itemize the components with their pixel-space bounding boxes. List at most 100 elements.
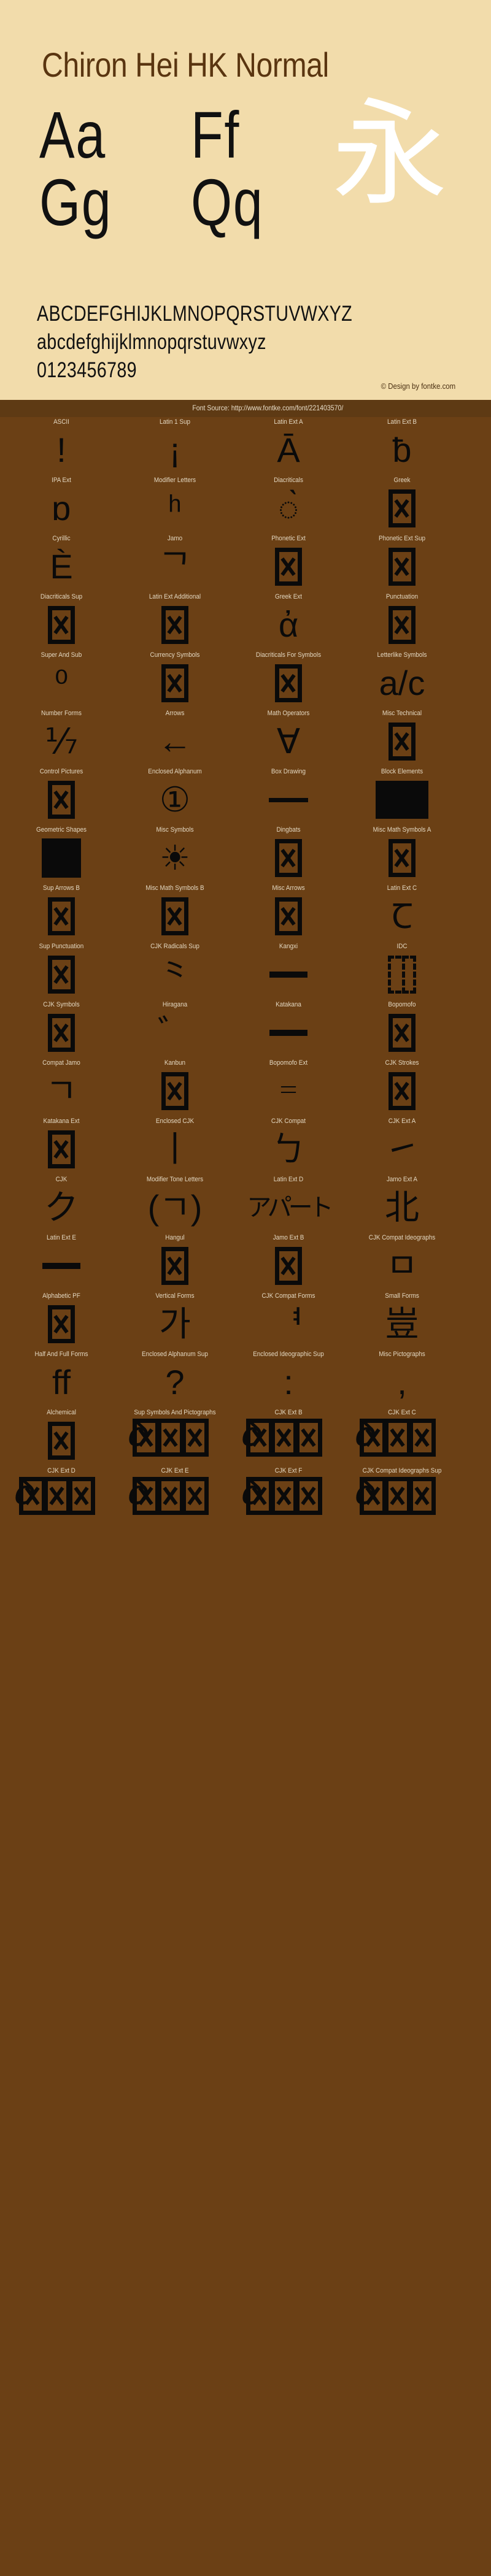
missing-glyph-icon <box>48 1014 75 1052</box>
unicode-block-cell[interactable]: CJK Ext E𝛿 <box>114 1466 236 1524</box>
block-row: IPA Ext ɒ Modifier Letters ʰ Diacriticals ◌̀ G… <box>0 475 491 534</box>
unicode-block-sample-glyph <box>114 659 236 708</box>
unicode-block-cell[interactable]: Latin Ext D アパート <box>227 1175 350 1233</box>
unicode-block-cell[interactable]: Katakana <box>227 1000 350 1058</box>
unicode-block-cell[interactable]: Misc Arrows <box>227 883 350 941</box>
unicode-block-cell[interactable]: Hiragana ゛ <box>114 1000 236 1058</box>
unicode-block-cell[interactable]: Arrows ← <box>114 708 236 767</box>
unicode-block-cell[interactable]: CJK Radicals Sup ⺀ <box>114 941 236 1000</box>
unicode-block-cell[interactable]: Sup Punctuation <box>0 941 123 1000</box>
missing-glyph-icon <box>271 1477 298 1515</box>
unicode-block-cell[interactable]: Jamo Ext B <box>227 1233 350 1291</box>
unicode-block-cell[interactable]: Jamo Ext A 北 <box>341 1175 463 1233</box>
unicode-block-cell[interactable]: Misc Technical <box>341 708 463 767</box>
unicode-block-cell[interactable]: CJK Compat Forms ᅧ <box>227 1291 350 1349</box>
unicode-block-cell[interactable]: Alphabetic PF <box>0 1291 123 1349</box>
unicode-block-cell[interactable]: Diacriticals ◌̀ <box>227 475 350 534</box>
unicode-block-sample-glyph: ☀ <box>159 838 191 877</box>
unicode-block-cell[interactable]: IPA Ext ɒ <box>0 475 123 534</box>
unicode-block-cell[interactable]: Letterlike Symbols a/c <box>341 650 463 708</box>
unicode-block-cell[interactable]: CJK Symbols <box>0 1000 123 1058</box>
unicode-block-cell[interactable]: Cyrillic Ѐ <box>0 534 123 592</box>
missing-glyph-icon <box>161 606 188 644</box>
unicode-block-cell[interactable]: Sup Symbols And Pictographs 𝛿 <box>114 1408 236 1466</box>
unicode-block-cell[interactable]: Diacriticals Sup <box>0 592 123 650</box>
unicode-block-cell[interactable]: Small Forms 豈 <box>341 1291 463 1349</box>
unicode-block-cell[interactable]: CJK Compat Ideographs ㅁ <box>341 1233 463 1291</box>
unicode-block-sample-glyph: ᅧ <box>273 1305 304 1343</box>
unicode-block-cell[interactable]: Kanbun <box>114 1058 236 1116</box>
unicode-block-cell[interactable]: Enclosed Alphanum Sup? <box>114 1349 236 1408</box>
unicode-block-cell[interactable]: IDC <box>341 941 463 1000</box>
unicode-block-cell[interactable]: Sup Arrows B <box>0 883 123 941</box>
unicode-block-cell[interactable]: Modifier Letters ʰ <box>114 475 236 534</box>
unicode-block-cell[interactable]: Currency Symbols <box>114 650 236 708</box>
unicode-block-cell[interactable]: Vertical Forms 가 <box>114 1291 236 1349</box>
unicode-block-cell[interactable]: Misc Math Symbols A <box>341 825 463 883</box>
unicode-block-cell[interactable]: Latin Ext C Ꞇ <box>341 883 463 941</box>
unicode-block-cell[interactable]: CJK Compat ㄅ <box>227 1116 350 1175</box>
unicode-block-cell[interactable]: Misc Pictographs, <box>341 1349 463 1408</box>
unicode-block-cell[interactable]: Enclosed Ideographic Sup: <box>227 1349 350 1408</box>
unicode-block-cell[interactable]: Greek <box>341 475 463 534</box>
unicode-block-cell[interactable]: Kangxi <box>227 941 350 1000</box>
unicode-block-cell[interactable]: Enclosed Alphanum ① <box>114 767 236 825</box>
missing-glyph-icon <box>295 1419 322 1457</box>
unicode-block-cell[interactable]: CJK Ext A ㇀ <box>341 1116 463 1175</box>
unicode-block-cell[interactable]: Jamo ᄀ <box>114 534 236 592</box>
unicode-block-cell[interactable]: Block Elements <box>341 767 463 825</box>
unicode-block-cell[interactable]: Katakana Ext <box>0 1116 123 1175</box>
unicode-block-cell[interactable]: Latin Ext E <box>0 1233 123 1291</box>
block-row: Half And Full Forms ff Enclosed Alphanum S… <box>0 1349 491 1408</box>
missing-glyph-icon <box>275 1247 302 1285</box>
unicode-block-cell[interactable]: Punctuation <box>341 592 463 650</box>
unicode-block-label: Sup Punctuation <box>39 943 84 950</box>
unicode-block-cell[interactable]: Latin Ext B ƀ <box>341 417 463 475</box>
unicode-block-cell[interactable]: Misc Math Symbols B <box>114 883 236 941</box>
unicode-block-cell[interactable]: Latin Ext A Ā <box>227 417 350 475</box>
unicode-block-cell[interactable]: Half And Full Forms ff <box>0 1349 123 1408</box>
unicode-block-cell[interactable]: Math Operators ∀ <box>227 708 350 767</box>
unicode-block-cell[interactable]: CJK ク <box>0 1175 123 1233</box>
unicode-block-cell[interactable]: Modifier Tone Letters (ㄱ) <box>114 1175 236 1233</box>
unicode-block-sample-glyph: 𝛿 <box>114 1473 236 1524</box>
unicode-block-sample-glyph <box>227 1241 350 1290</box>
unicode-block-cell[interactable]: Control Pictures <box>0 767 123 825</box>
unicode-block-cell[interactable]: Greek Ext ἀ <box>227 592 350 650</box>
unicode-block-label: CJK Symbols <box>43 1001 80 1008</box>
unicode-block-cell[interactable]: Bopomofo Ext ゠ <box>227 1058 350 1116</box>
unicode-block-cell[interactable]: CJK Ext F𝛿 <box>227 1466 350 1524</box>
unicode-block-cell[interactable]: Phonetic Ext <box>227 534 350 592</box>
unicode-block-cell[interactable]: Compat Jamo ㄱ <box>0 1058 123 1116</box>
unicode-block-cell[interactable]: CJK Ext C𝛿 <box>341 1408 463 1466</box>
font-source-link[interactable]: Font Source: http://www.fontke.com/font/… <box>192 404 343 412</box>
unicode-block-cell[interactable]: Alchemical <box>0 1408 123 1466</box>
unicode-block-cell[interactable]: Phonetic Ext Sup <box>341 534 463 592</box>
unicode-block-cell[interactable]: Diacriticals For Symbols <box>227 650 350 708</box>
unicode-block-label: Greek Ext <box>274 593 303 600</box>
unicode-block-cell[interactable]: Number Forms ⅐ <box>0 708 123 767</box>
unicode-block-cell[interactable]: ASCII! <box>0 417 123 475</box>
unicode-block-cell[interactable]: CJK Ext D𝛿 <box>0 1466 123 1524</box>
unicode-block-cell[interactable]: CJK Compat Ideographs Sup 𝛿 <box>341 1466 463 1524</box>
unicode-block-cell[interactable]: Hangul <box>114 1233 236 1291</box>
unicode-block-cell[interactable]: Latin Ext Additional <box>114 592 236 650</box>
unicode-block-cell[interactable]: Enclosed CJK 丨 <box>114 1116 236 1175</box>
unicode-block-label: Misc Math Symbols A <box>373 826 431 834</box>
full-block-icon <box>376 781 428 819</box>
unicode-block-cell[interactable]: Super And Sub ⁰ <box>0 650 123 708</box>
unicode-block-cell[interactable]: Dingbats <box>227 825 350 883</box>
unicode-block-sample-glyph: 𝛿 <box>341 1473 463 1524</box>
unicode-block-cell[interactable]: Bopomofo <box>341 1000 463 1058</box>
unicode-block-cell[interactable]: Latin 1 Sup ¡ <box>114 417 236 475</box>
missing-glyph-icon <box>389 839 416 877</box>
block-row: CJK Ext D𝛿 CJK Ext E𝛿 CJK Ext F𝛿 CJK Compat… <box>0 1466 491 1524</box>
digits-row: 0123456789 <box>37 358 137 382</box>
unicode-block-cell[interactable]: Misc Symbols ☀ <box>114 825 236 883</box>
unicode-block-cell[interactable]: CJK Strokes <box>341 1058 463 1116</box>
unicode-block-cell[interactable]: Box Drawing <box>227 767 350 825</box>
unicode-block-label: Hiragana <box>162 1001 188 1008</box>
unicode-block-sample-glyph <box>227 892 350 941</box>
unicode-block-cell[interactable]: CJK Ext B𝛿 <box>227 1408 350 1466</box>
unicode-block-cell[interactable]: Geometric Shapes <box>0 825 123 883</box>
